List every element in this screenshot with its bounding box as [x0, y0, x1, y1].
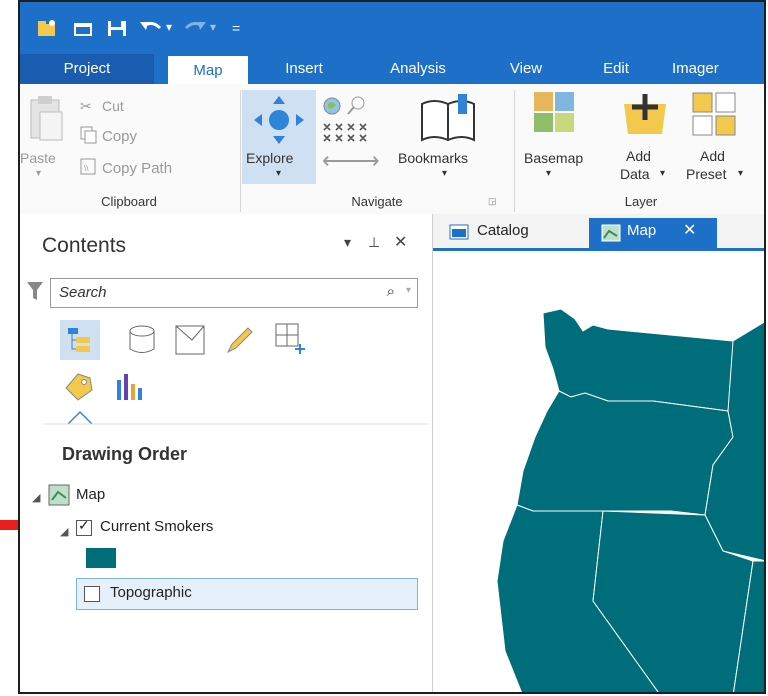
arcgis-window: ▾ ▾ = Project Map Insert Analysis View E… [18, 0, 766, 694]
tree-item-map[interactable]: Map [76, 486, 105, 503]
tab-catalog[interactable]: Catalog [477, 222, 529, 239]
ribbon-tabs: Project Map Insert Analysis View Edit Im… [20, 54, 764, 84]
ribbon: Paste ▾ ✂ Cut Copy \\ Copy Path Clipboar… [20, 84, 764, 215]
paste-dropdown-icon[interactable]: ▾ [36, 168, 41, 179]
add-data-icon [624, 94, 666, 134]
basemap-button[interactable]: Basemap [524, 150, 583, 166]
data-source-icon[interactable] [126, 324, 158, 356]
basemap-dropdown-icon[interactable]: ▾ [546, 168, 551, 179]
explore-label: Explore [246, 150, 294, 166]
us-states-map[interactable] [433, 251, 766, 694]
collapse-chevron-divider[interactable] [44, 410, 428, 426]
add-data-label-line2[interactable]: Data [620, 166, 650, 182]
cut-scissors-icon: ✂ [80, 98, 92, 114]
basemap-icon [534, 92, 574, 132]
fixed-zoom-icons[interactable] [322, 122, 368, 144]
map-expand-icon[interactable]: ◢ [32, 491, 40, 504]
filter-icon[interactable] [26, 280, 44, 302]
full-extent-globe-icon[interactable] [322, 96, 342, 116]
save-project-icon[interactable] [106, 18, 128, 38]
drawing-order-icon [68, 328, 90, 352]
explore-icon [254, 96, 304, 144]
new-project-icon[interactable] [36, 18, 58, 38]
current-smokers-expand-icon[interactable]: ◢ [60, 525, 68, 538]
add-data-label-line1[interactable]: Add [626, 148, 651, 164]
snapping-icon[interactable] [274, 322, 308, 356]
drawing-order-heading: Drawing Order [62, 444, 188, 464]
explore-dropdown-icon[interactable]: ▾ [276, 168, 281, 179]
quick-access-toolbar: ▾ ▾ = [20, 2, 764, 54]
current-smokers-symbol-swatch[interactable] [86, 548, 116, 568]
tab-map[interactable]: Map [168, 56, 248, 84]
search-icon[interactable]: ⌕ [387, 283, 395, 300]
search-input[interactable]: Search ⌕ ▾ [50, 278, 418, 308]
tab-analysis[interactable]: Analysis [370, 54, 466, 84]
catalog-icon [449, 224, 469, 240]
paste-button[interactable]: Paste [20, 150, 56, 166]
document-tabs: Catalog Map ✕ [433, 214, 764, 251]
navigate-group-label: Navigate [351, 194, 403, 209]
state-oregon [516, 390, 734, 516]
navigate-launcher-icon[interactable]: ◲ [488, 196, 497, 207]
copy-path-button[interactable]: Copy Path [102, 160, 172, 177]
add-preset-dropdown-icon[interactable]: ▾ [738, 168, 743, 179]
svg-text:\\: \\ [84, 164, 89, 173]
undo-icon[interactable] [138, 18, 164, 38]
search-placeholder: Search [59, 284, 107, 301]
open-project-icon[interactable] [72, 18, 94, 38]
checkmark-icon: ✓ [78, 517, 90, 533]
copy-button[interactable]: Copy [102, 128, 137, 145]
paste-icon[interactable] [28, 94, 64, 144]
bookmarks-dropdown-icon[interactable]: ▾ [442, 168, 447, 179]
customize-qat-icon[interactable]: = [232, 20, 240, 36]
map-view-area: Catalog Map ✕ [433, 214, 766, 694]
search-options-icon[interactable]: ▾ [406, 285, 411, 296]
tab-project[interactable]: Project [20, 54, 154, 84]
pin-icon[interactable]: ⊥ [368, 234, 380, 251]
next-extent-icon[interactable]: ⟶ [348, 148, 380, 174]
state-washington [542, 308, 739, 412]
tree-item-topographic[interactable]: Topographic [110, 584, 192, 601]
add-preset-label-line1[interactable]: Add [700, 148, 725, 164]
map-layer-icon [48, 484, 70, 506]
editing-pencil-icon[interactable] [224, 324, 256, 356]
zoom-to-selection-icon[interactable] [346, 94, 368, 116]
cut-button[interactable]: Cut [102, 98, 124, 114]
bookmarks-icon [421, 94, 475, 142]
close-icon[interactable]: ✕ [394, 232, 407, 252]
close-map-tab-icon[interactable]: ✕ [683, 220, 696, 240]
charts-icon[interactable] [114, 370, 146, 402]
separator [514, 90, 515, 212]
contents-title: Contents [42, 234, 127, 257]
tab-imagery[interactable]: Imager [672, 54, 764, 84]
selection-icon[interactable] [174, 324, 206, 356]
add-data-dropdown-icon[interactable]: ▾ [660, 168, 665, 179]
tab-insert[interactable]: Insert [264, 54, 344, 84]
labeling-tag-icon[interactable] [62, 370, 94, 402]
tree-item-current-smokers[interactable]: Current Smokers [100, 518, 213, 535]
separator [240, 90, 241, 212]
clipboard-group-label: Clipboard [101, 194, 157, 209]
add-preset-icon [692, 92, 736, 136]
pane-options-icon[interactable]: ▾ [344, 234, 351, 251]
topographic-visibility-checkbox[interactable] [84, 586, 100, 602]
copy-icon [80, 126, 97, 144]
bookmarks-button[interactable]: Bookmarks [398, 150, 468, 166]
contents-pane: Contents ▾ ⊥ ✕ Search ⌕ ▾ Drawing Order … [20, 214, 433, 692]
redo-dropdown-icon[interactable]: ▾ [210, 20, 216, 34]
tab-view[interactable]: View [496, 54, 556, 84]
map-view-icon [601, 224, 621, 242]
add-preset-label-line2[interactable]: Preset [686, 166, 726, 182]
layer-group-label: Layer [624, 194, 658, 209]
tab-edit[interactable]: Edit [588, 54, 644, 84]
undo-dropdown-icon[interactable]: ▾ [166, 20, 172, 34]
copy-path-icon: \\ [80, 158, 96, 175]
redo-icon[interactable] [182, 18, 208, 38]
map-view-tab-label: Map [627, 222, 657, 239]
